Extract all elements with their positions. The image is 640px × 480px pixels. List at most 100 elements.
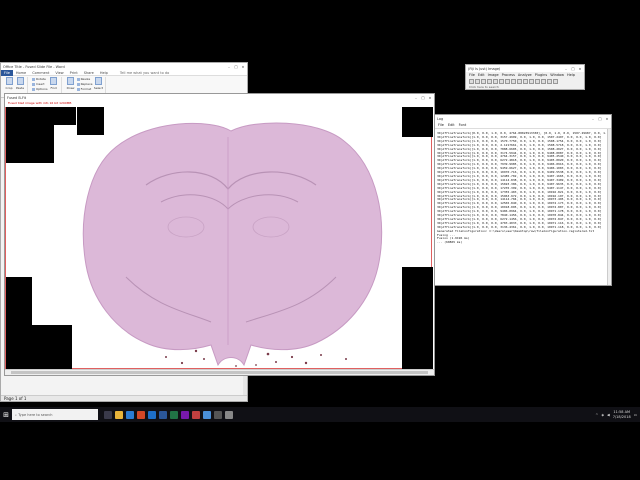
- onenote-icon[interactable]: [181, 410, 189, 419]
- stack-tool-icon[interactable]: [547, 79, 552, 84]
- freehand-tool-icon[interactable]: [487, 79, 492, 84]
- log-text-area[interactable]: 3D|AffineTransform|[0.0, 0.0, 1.0, 0.0, …: [437, 132, 606, 283]
- tab-file[interactable]: File: [1, 69, 13, 76]
- imagej-tool-bar: [466, 78, 584, 85]
- edge-browser-icon[interactable]: [126, 410, 134, 419]
- viewer-horizontal-scrollbar[interactable]: [5, 369, 434, 375]
- insert-button[interactable]: Insert: [32, 82, 48, 86]
- brain-section-shape: [82, 122, 383, 367]
- word-window-controls: – □ ×: [227, 65, 245, 69]
- close-icon[interactable]: ×: [241, 65, 245, 69]
- maximize-icon[interactable]: □: [234, 65, 238, 69]
- wand-tool-icon[interactable]: [511, 79, 516, 84]
- notifications-icon[interactable]: ▭: [634, 413, 637, 417]
- viewer-window-controls: – □ ×: [414, 96, 432, 100]
- minimize-icon[interactable]: –: [564, 67, 568, 71]
- taskbar-clock[interactable]: 11:58 AM 7/18/2018: [613, 410, 631, 419]
- imagej-menu-process[interactable]: Process: [502, 73, 515, 77]
- viewer-title-bar: Fused B-Fit – □ ×: [5, 94, 434, 101]
- point-tool-icon[interactable]: [505, 79, 510, 84]
- file-explorer-icon[interactable]: [115, 410, 123, 419]
- minimize-icon[interactable]: –: [414, 96, 418, 100]
- taskbar-pinned-apps: [104, 410, 233, 419]
- log-menu-font[interactable]: Font: [459, 123, 467, 127]
- minimize-icon[interactable]: –: [591, 117, 595, 121]
- rotate-button[interactable]: Rotate: [32, 77, 48, 81]
- log-vertical-scrollbar[interactable]: [607, 129, 611, 285]
- clock-date: 7/18/2018: [612, 414, 631, 419]
- tab-comment[interactable]: Comment: [29, 71, 52, 75]
- minimize-icon[interactable]: –: [227, 65, 231, 69]
- maximize-icon[interactable]: □: [421, 96, 425, 100]
- chevron-up-icon[interactable]: ^: [595, 413, 598, 417]
- word-icon[interactable]: [159, 410, 167, 419]
- word-title: Office Title - Fused Slide File - Word: [3, 64, 65, 69]
- taskbar-search-box[interactable]: ⌕ Type here to search: [12, 409, 98, 420]
- find-icon: [50, 77, 58, 85]
- dev-tool-icon[interactable]: [541, 79, 546, 84]
- imagej-menu-plugins[interactable]: Plugins: [535, 73, 548, 77]
- rectangle-tool-icon[interactable]: [469, 79, 474, 84]
- oval-tool-icon[interactable]: [475, 79, 480, 84]
- log-menu-file[interactable]: File: [438, 123, 444, 127]
- outlook-icon[interactable]: [148, 410, 156, 419]
- start-button[interactable]: ⊞: [0, 407, 12, 422]
- brush-tool-icon[interactable]: [553, 79, 558, 84]
- imagej-menu-file[interactable]: File: [469, 73, 475, 77]
- word-status-bar: Page 1 of 1: [1, 395, 247, 401]
- log-menu-edit[interactable]: Edit: [448, 123, 455, 127]
- imagej-window-controls: – □ ×: [564, 67, 582, 71]
- terminal-icon[interactable]: [214, 410, 222, 419]
- polygon-tool-icon[interactable]: [481, 79, 486, 84]
- viewer-title: Fused B-Fit: [7, 95, 27, 100]
- tab-share[interactable]: Share: [81, 71, 97, 75]
- options-button[interactable]: Options: [32, 87, 48, 91]
- log-title: Log: [437, 116, 444, 121]
- tab-home[interactable]: Home: [13, 71, 29, 75]
- line-tool-icon[interactable]: [493, 79, 498, 84]
- excel-icon[interactable]: [170, 410, 178, 419]
- acrobat-icon[interactable]: [192, 410, 200, 419]
- zoom-tool-icon[interactable]: [523, 79, 528, 84]
- word-title-bar: Office Title - Fused Slide File - Word –…: [1, 63, 247, 70]
- close-icon[interactable]: ×: [428, 96, 432, 100]
- close-icon[interactable]: ×: [578, 67, 582, 71]
- maximize-icon[interactable]: □: [571, 67, 575, 71]
- brain-slide-image: [6, 107, 433, 369]
- powerpoint-icon[interactable]: [137, 410, 145, 419]
- hand-tool-icon[interactable]: [529, 79, 534, 84]
- tab-view[interactable]: View: [52, 71, 66, 75]
- imagej-window: (Fiji Is Just) ImageJ – □ × File Edit Im…: [465, 64, 585, 90]
- volume-icon[interactable]: ◀: [607, 413, 610, 417]
- angle-tool-icon[interactable]: [499, 79, 504, 84]
- tab-print[interactable]: Print: [67, 71, 81, 75]
- tell-me-search[interactable]: Tell me what you want to do: [117, 71, 172, 75]
- settings-icon[interactable]: [225, 410, 233, 419]
- imagej-menu-edit[interactable]: Edit: [478, 73, 485, 77]
- imagej-menu-window[interactable]: Window: [550, 73, 564, 77]
- crop-icon: [5, 77, 13, 85]
- task-view-icon[interactable]: [104, 410, 112, 419]
- close-icon[interactable]: ×: [605, 117, 609, 121]
- format-button[interactable]: Format: [77, 87, 93, 91]
- log-menu-bar: File Edit Font: [435, 122, 611, 129]
- log-line: Generated TileConfiguration: C:\Users\us…: [437, 228, 595, 233]
- imagej-title-bar: (Fiji Is Just) ImageJ – □ ×: [466, 65, 584, 72]
- maximize-icon[interactable]: □: [598, 117, 602, 121]
- imagej-menu-help[interactable]: Help: [567, 73, 575, 77]
- resize-button[interactable]: Resize: [77, 77, 93, 81]
- imagej-menu-analyze[interactable]: Analyze: [518, 73, 532, 77]
- text-tool-icon[interactable]: [517, 79, 522, 84]
- dropper-tool-icon[interactable]: [535, 79, 540, 84]
- imagej-status-bar: Click here to search: [469, 85, 499, 89]
- imagej-title: (Fiji Is Just) ImageJ: [468, 66, 501, 71]
- network-icon[interactable]: ◈: [601, 413, 604, 417]
- system-tray: ^ ◈ ◀ 11:58 AM 7/18/2018 ▭: [595, 410, 640, 419]
- imagej-menu-image[interactable]: Image: [488, 73, 499, 77]
- replace-button[interactable]: Replace: [77, 82, 93, 86]
- tab-help[interactable]: Help: [97, 71, 111, 75]
- image-canvas[interactable]: [5, 107, 433, 369]
- windows-logo-icon: ⊞: [3, 410, 9, 419]
- scrollbar-thumb[interactable]: [11, 371, 428, 374]
- fiji-icon[interactable]: [203, 410, 211, 419]
